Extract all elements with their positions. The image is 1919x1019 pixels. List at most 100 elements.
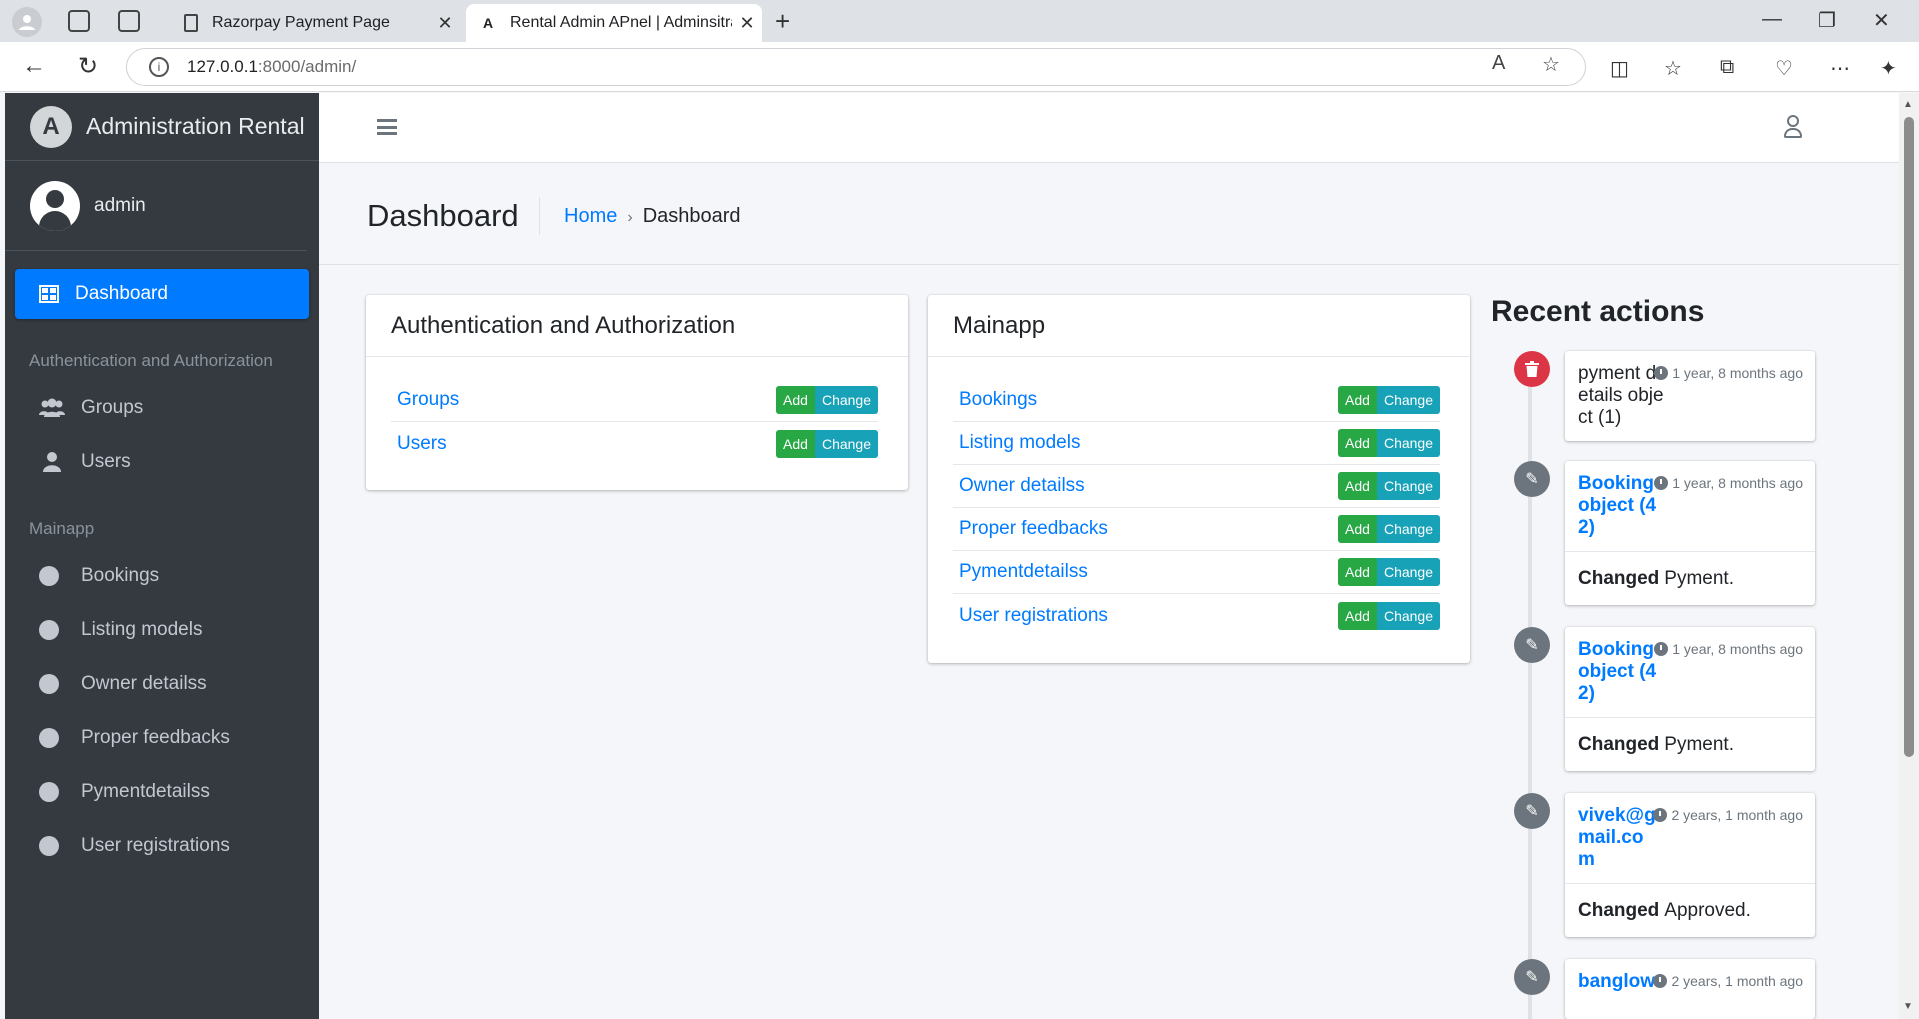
browser-tab-razorpay[interactable]: Razorpay Payment Page ✕ [170, 4, 460, 42]
sidebar-item-label: Owner detailss [81, 673, 207, 694]
change-button[interactable]: Change [814, 386, 878, 414]
sidebar-item-user-registrations[interactable]: User registrations [5, 819, 319, 873]
model-link-pymentdetailss[interactable]: Pymentdetailss [959, 561, 1338, 583]
favorites-icon[interactable]: ☆ [1664, 56, 1682, 81]
add-button[interactable]: Add [1338, 472, 1377, 500]
avatar [30, 180, 80, 231]
scroll-up-icon[interactable]: ▲ [1903, 99, 1913, 110]
add-button[interactable]: Add [1338, 515, 1377, 543]
change-button[interactable]: Change [814, 429, 878, 458]
sidebar-item-label: Dashboard [75, 283, 168, 304]
action-verb: Changed [1578, 733, 1660, 755]
close-tab-icon[interactable]: ✕ [732, 13, 762, 34]
change-button[interactable]: Change [1376, 601, 1440, 630]
recent-action-link[interactable]: vivek@gmail.com [1578, 805, 1658, 871]
sidebar-item-dashboard[interactable]: Dashboard [15, 269, 309, 319]
app-card-auth: Authentication and Authorization Groups … [366, 295, 908, 490]
model-link-proper-feedbacks[interactable]: Proper feedbacks [959, 518, 1338, 540]
recent-action-detail: Changed Pyment. [1565, 717, 1815, 771]
recent-action-link[interactable]: Booking object (42) [1578, 639, 1658, 705]
recent-action-object: pyment details object (1) [1578, 363, 1664, 428]
menu-toggle-icon[interactable] [377, 119, 397, 135]
circle-icon [39, 728, 59, 748]
model-link-groups[interactable]: Groups [397, 389, 776, 411]
model-link-users[interactable]: Users [397, 433, 776, 455]
close-window-icon[interactable]: ✕ [1873, 8, 1890, 33]
circle-icon [39, 674, 59, 694]
url-input[interactable]: i 127.0.0.1:8000/admin/ [126, 48, 1586, 86]
model-link-user-registrations[interactable]: User registrations [959, 605, 1338, 627]
recent-action-time: 2 years, 1 month ago [1653, 807, 1803, 823]
change-button[interactable]: Change [1376, 558, 1440, 586]
add-button[interactable]: Add [1338, 558, 1377, 586]
site-info-icon[interactable]: i [149, 57, 169, 77]
card-title: Mainapp [928, 295, 1470, 357]
sidebar-item-owner-detailss[interactable]: Owner detailss [5, 657, 319, 711]
sidebar-item-users[interactable]: Users [5, 435, 319, 489]
recent-action-item: banglow 2 years, 1 month ago [1565, 959, 1815, 1019]
back-icon[interactable]: ← [22, 52, 46, 80]
admin-favicon-icon: A [482, 15, 494, 31]
recent-action-time: 1 year, 8 months ago [1654, 475, 1803, 491]
copilot-icon[interactable]: ✦ [1880, 56, 1897, 81]
model-link-bookings[interactable]: Bookings [959, 389, 1338, 411]
read-aloud-icon[interactable]: A [1492, 52, 1505, 75]
breadcrumb: Home › Dashboard [564, 205, 741, 228]
model-link-owner-detailss[interactable]: Owner detailss [959, 475, 1338, 497]
browser-tab-bar: Razorpay Payment Page ✕ A Rental Admin A… [0, 0, 1919, 42]
minimize-icon[interactable]: — [1762, 8, 1782, 31]
change-button[interactable]: Change [1376, 515, 1440, 543]
workspaces-icon[interactable] [68, 10, 90, 32]
sidebar-item-listing-models[interactable]: Listing models [5, 603, 319, 657]
action-detail: Approved. [1664, 899, 1751, 921]
restore-icon[interactable]: ❐ [1818, 8, 1836, 33]
sidebar-item-label: Users [81, 451, 131, 472]
content-header: Dashboard Home › Dashboard [319, 163, 1899, 265]
favorite-star-icon[interactable]: ☆ [1542, 52, 1560, 77]
change-button[interactable]: Change [1376, 429, 1440, 457]
tab-title: Razorpay Payment Page [212, 14, 390, 31]
change-button[interactable]: Change [1376, 472, 1440, 500]
close-tab-icon[interactable]: ✕ [430, 13, 460, 34]
time-text: 2 years, 1 month ago [1671, 973, 1803, 989]
browser-profile-icon[interactable] [12, 7, 42, 37]
browser-tab-admin[interactable]: A Rental Admin APnel | Adminsitrati ✕ [466, 4, 762, 42]
clock-icon [1653, 974, 1668, 988]
edit-icon: ✎ [1514, 959, 1550, 995]
user-menu-icon[interactable] [1782, 115, 1804, 139]
clock-icon [1653, 808, 1668, 822]
browser-essentials-icon[interactable]: ♡ [1775, 56, 1793, 81]
scroll-down-icon[interactable]: ▼ [1903, 1001, 1913, 1012]
model-row: Bookings Add Change [953, 379, 1440, 422]
model-row: Proper feedbacks Add Change [953, 508, 1440, 551]
model-link-listing-models[interactable]: Listing models [959, 432, 1338, 454]
add-button[interactable]: Add [1338, 429, 1377, 457]
brand-link[interactable]: A Administration Rental [5, 93, 319, 161]
sidebar-item-proper-feedbacks[interactable]: Proper feedbacks [5, 711, 319, 765]
tab-actions-icon[interactable] [118, 10, 140, 32]
collections-icon[interactable]: ⧉ [1720, 56, 1734, 79]
change-button[interactable]: Change [1376, 386, 1440, 414]
split-screen-icon[interactable]: ◫ [1610, 56, 1629, 81]
page-scrollbar[interactable]: ▲ ▼ [1899, 93, 1919, 1019]
page-title: Dashboard [367, 197, 540, 235]
add-button[interactable]: Add [1338, 601, 1377, 630]
recent-action-link[interactable]: Booking object (42) [1578, 473, 1658, 539]
add-button[interactable]: Add [776, 429, 815, 458]
model-row: User registrations Add Change [953, 594, 1440, 637]
scrollbar-thumb[interactable] [1904, 117, 1914, 757]
breadcrumb-home-link[interactable]: Home [564, 205, 617, 227]
edit-icon: ✎ [1514, 461, 1550, 497]
user-panel[interactable]: admin [5, 161, 307, 251]
recent-action-link[interactable]: banglow [1578, 971, 1658, 993]
more-menu-icon[interactable]: ⋯ [1830, 56, 1850, 81]
sidebar-item-pymentdetailss[interactable]: Pymentdetailss [5, 765, 319, 819]
action-verb: Changed [1578, 899, 1660, 921]
add-button[interactable]: Add [776, 386, 815, 414]
new-tab-icon[interactable]: + [775, 6, 790, 37]
add-button[interactable]: Add [1338, 386, 1377, 414]
reload-icon[interactable]: ↻ [78, 52, 98, 81]
circle-icon [39, 620, 59, 640]
sidebar-item-bookings[interactable]: Bookings [5, 549, 319, 603]
sidebar-item-groups[interactable]: Groups [5, 381, 319, 435]
